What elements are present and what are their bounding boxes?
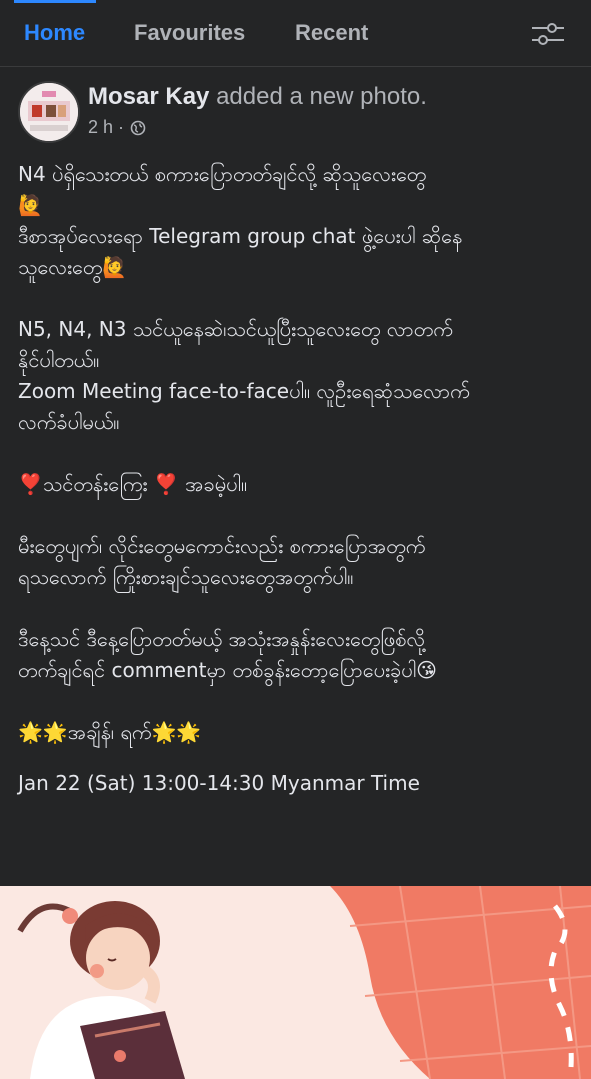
schedule-time: Jan 22 (Sat) 13:00-14:30 Myanmar Time (18, 771, 420, 795)
author-name[interactable]: Mosar Kay (88, 83, 209, 110)
paragraph-schedule: 🌟🌟အချိန်၊ ရက်🌟🌟 Jan 22 (Sat) 13:00-14:30… (18, 717, 578, 799)
post-text: N4 ပဲရှိသေးတယ် စကားပြောတတ်ချင်လို့ ဆိုသူ… (18, 159, 578, 819)
post-timestamp[interactable]: 2 h · (88, 117, 124, 138)
text-line: ရသလောက် ကြိုးစားချင်သူလေးတွေအတွက်ပါ။ (18, 565, 354, 589)
paragraph-request: N4 ပဲရှိသေးတယ် စကားပြောတတ်ချင်လို့ ဆိုသူ… (18, 159, 578, 283)
filter-sliders-icon[interactable] (530, 18, 566, 50)
text-line: ❣️သင်တန်းကြေး ❣️ အခမဲ့ပါ။ (18, 472, 248, 496)
active-tab-indicator (14, 0, 96, 3)
text-line: လက်ခံပါမယ်။ (18, 410, 120, 434)
tab-home[interactable]: Home (24, 20, 85, 46)
post-meta: 2 h · (88, 117, 146, 138)
paragraph-fee: ❣️သင်တန်းကြေး ❣️ အခမဲ့ပါ။ (18, 469, 578, 500)
feed-post: Mosar Kay added a new photo. 2 h · N4 ပဲ… (0, 67, 591, 886)
paragraph-comment: ဒီနေ့သင် ဒီနေ့ပြောတတ်မယ့် အသုံးအနှုန်းလေ… (18, 624, 578, 686)
avatar[interactable] (18, 81, 80, 143)
text-line: သူလေးတွေ🙋 (18, 255, 128, 279)
top-tab-bar: Home Favourites Recent (0, 0, 591, 67)
post-header: Mosar Kay added a new photo. (88, 83, 427, 111)
text-line: တက်ချင်ရင် commentမှာ တစ်ခွန်းတော့ပြောပေ… (18, 658, 438, 682)
paragraph-power: မီးတွေပျက်၊ လိုင်းတွေမကောင်းလည်း စကားပြေ… (18, 531, 578, 593)
tab-recent[interactable]: Recent (295, 20, 368, 46)
post-photo[interactable] (0, 886, 591, 1079)
text-line: Zoom Meeting face-to-faceပါ။ လူဦးရေဆုံသလ… (18, 379, 470, 403)
tab-favourites[interactable]: Favourites (134, 20, 245, 46)
text-line: N4 ပဲရှိသေးတယ် စကားပြောတတ်ချင်လို့ ဆိုသူ… (18, 162, 427, 186)
text-line: နိုင်ပါတယ်။ (18, 348, 100, 372)
text-line: မီးတွေပျက်၊ လိုင်းတွေမကောင်းလည်း စကားပြေ… (18, 534, 426, 558)
text-line: ဒီစာအုပ်လေးရော Telegram group chat ဖွဲ့ပ… (18, 224, 463, 248)
text-line: N5, N4, N3 သင်ယူနေဆဲ၊သင်ယူပြီးသူလေးတွေ လ… (18, 317, 453, 341)
globe-icon (130, 120, 146, 136)
text-line: 🌟🌟အချိန်၊ ရက်🌟🌟 (18, 720, 202, 744)
paragraph-levels: N5, N4, N3 သင်ယူနေဆဲ၊သင်ယူပြီးသူလေးတွေ လ… (18, 314, 578, 438)
text-line: ဒီနေ့သင် ဒီနေ့ပြောတတ်မယ့် အသုံးအနှုန်းလေ… (18, 627, 426, 651)
text-line: 🙋 (18, 193, 43, 217)
post-action-text: added a new photo. (216, 83, 427, 110)
